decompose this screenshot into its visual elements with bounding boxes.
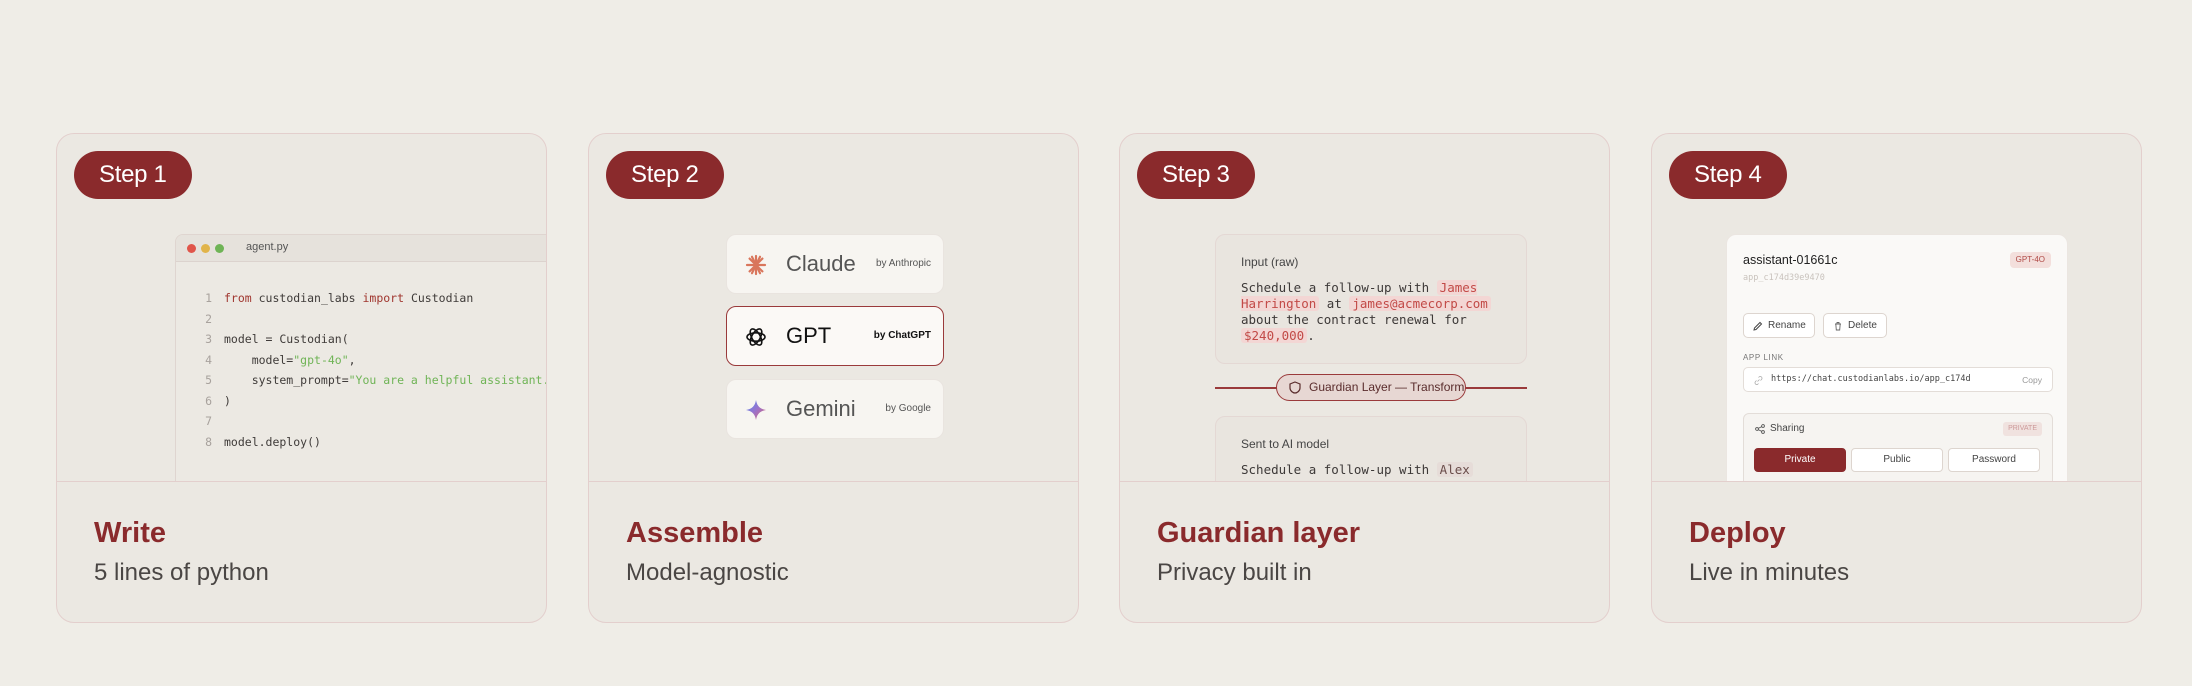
card-preview: Step 3 Input (raw) Schedule a follow-up … xyxy=(1120,134,1609,482)
claude-icon xyxy=(745,254,767,276)
app-link-url: https://chat.custodianlabs.io/app_c174d xyxy=(1771,374,1971,384)
code-token: "gpt-4o" xyxy=(293,352,349,367)
delete-button[interactable]: Delete xyxy=(1823,313,1887,338)
model-name: GPT xyxy=(786,323,832,348)
rename-button[interactable]: Rename xyxy=(1743,313,1815,338)
code-token: ) xyxy=(224,393,231,408)
input-raw-panel: Input (raw) Schedule a follow-up with Ja… xyxy=(1215,234,1527,364)
pii-amount: $240,000 xyxy=(1241,328,1308,343)
step-badge: Step 2 xyxy=(606,151,724,199)
editor-titlebar: agent.py xyxy=(176,235,546,262)
model-option-claude[interactable]: Claude by Anthropic xyxy=(726,234,944,294)
card-preview: Step 2 Claude by Anthropic GPT by ChatGP… xyxy=(589,134,1078,482)
minimize-dot-icon xyxy=(201,244,210,253)
code-line: 2 xyxy=(176,309,546,330)
openai-icon xyxy=(746,328,766,346)
line-number: 3 xyxy=(205,332,212,346)
card-title: Assemble xyxy=(626,517,764,549)
code-token: model.deploy() xyxy=(224,434,321,449)
copy-button[interactable]: Copy xyxy=(2022,375,2042,385)
code-line: 4 model="gpt-4o", xyxy=(176,350,546,371)
code-line: 7 xyxy=(176,411,546,432)
card-subtitle: 5 lines of python xyxy=(94,559,269,586)
sent-text: Schedule a follow-up with Alex xyxy=(1241,462,1511,478)
code-line: 1 from custodian_labs import Custodian xyxy=(176,288,546,309)
line-number: 1 xyxy=(205,291,212,305)
code-editor: agent.py 1 from custodian_labs import Cus… xyxy=(175,234,546,481)
line-number: 7 xyxy=(205,414,212,428)
code-token: , xyxy=(348,352,356,367)
link-icon xyxy=(1754,376,1763,385)
sharing-option-public[interactable]: Public xyxy=(1851,448,1943,472)
code-token: "You are a helpful assistant." xyxy=(348,373,546,387)
share-icon xyxy=(1755,424,1765,434)
step-card-3: Step 3 Input (raw) Schedule a follow-up … xyxy=(1119,133,1610,623)
code-line: 8 model.deploy() xyxy=(176,432,546,453)
step-card-4: Step 4 assistant-01661c app_c174d39e9470… xyxy=(1651,133,2142,623)
card-subtitle: Live in minutes xyxy=(1689,559,1850,586)
sharing-panel: Sharing PRIVATE Private Public Password xyxy=(1743,413,2053,481)
code-line: 5 system_prompt="You are a helpful assis… xyxy=(176,370,546,391)
model-name: Gemini xyxy=(786,396,856,421)
maximize-dot-icon xyxy=(215,244,224,253)
model-option-gemini[interactable]: Gemini by Google xyxy=(726,379,944,439)
assistant-id: app_c174d39e9470 xyxy=(1743,273,1825,283)
card-subtitle: Privacy built in xyxy=(1157,559,1312,586)
step-card-2: Step 2 Claude by Anthropic GPT by ChatGP… xyxy=(588,133,1079,623)
model-provider: by Google xyxy=(885,403,931,414)
model-provider: by ChatGPT xyxy=(873,330,931,341)
model-option-gpt[interactable]: GPT by ChatGPT xyxy=(726,306,944,366)
shield-icon xyxy=(1289,381,1301,394)
assistant-title: assistant-01661c xyxy=(1743,253,1838,267)
trash-icon xyxy=(1835,322,1841,331)
sent-panel: Sent to AI model Schedule a follow-up wi… xyxy=(1215,416,1527,481)
code-token: system_prompt= xyxy=(224,373,349,387)
line-number: 5 xyxy=(205,373,212,387)
close-dot-icon xyxy=(187,244,196,253)
card-preview: Step 4 assistant-01661c app_c174d39e9470… xyxy=(1652,134,2141,482)
code-token: model = Custodian( xyxy=(224,332,349,346)
step-badge: Step 3 xyxy=(1137,151,1255,199)
panel-label: Sent to AI model xyxy=(1241,437,1330,451)
card-title: Deploy xyxy=(1689,517,1786,549)
sharing-label: Sharing xyxy=(1770,423,1805,434)
raw-input-text: Schedule a follow-up with James Harringt… xyxy=(1241,280,1511,344)
sharing-status-badge: PRIVATE xyxy=(2003,422,2042,436)
gemini-icon xyxy=(746,400,766,420)
card-preview: Step 1 agent.py 1 from custodian_labs imp… xyxy=(57,134,546,482)
code-token: model= xyxy=(224,352,294,367)
sharing-option-password[interactable]: Password xyxy=(1948,448,2040,472)
pencil-icon xyxy=(1753,321,1763,331)
line-number: 8 xyxy=(205,434,212,449)
code-line: 6) xyxy=(176,391,546,412)
model-badge: GPT-4O xyxy=(2009,252,2051,268)
replaced-name: Alex xyxy=(1436,462,1473,477)
code-token: Custodian xyxy=(404,291,474,305)
code-token: import xyxy=(362,291,405,305)
guardian-layer-label: Guardian Layer — Transform xyxy=(1309,380,1465,394)
step-card-1: Step 1 agent.py 1 from custodian_labs imp… xyxy=(56,133,547,623)
step-badge: Step 4 xyxy=(1669,151,1787,199)
card-subtitle: Model-agnostic xyxy=(626,559,789,586)
panel-label: Input (raw) xyxy=(1241,255,1299,269)
line-number: 4 xyxy=(205,352,212,367)
card-title: Guardian layer xyxy=(1157,517,1361,549)
app-link-field[interactable]: https://chat.custodianlabs.io/app_c174d … xyxy=(1743,367,2053,392)
guardian-layer-badge: Guardian Layer — Transform xyxy=(1276,374,1466,401)
line-number: 6 xyxy=(205,393,212,408)
code-line: 3 model = Custodian( xyxy=(176,329,546,350)
model-provider: by Anthropic xyxy=(875,258,931,269)
code-token: from xyxy=(224,291,252,305)
sharing-option-private[interactable]: Private xyxy=(1754,448,1846,472)
line-number: 2 xyxy=(205,311,212,326)
code-token: custodian_labs xyxy=(251,291,363,305)
app-link-label: APP LINK xyxy=(1743,353,1784,362)
pii-email: james@acmecorp.com xyxy=(1349,296,1491,311)
editor-filename: agent.py xyxy=(246,241,289,253)
card-title: Write xyxy=(94,517,166,549)
step-badge: Step 1 xyxy=(74,151,192,199)
code-block: 1 from custodian_labs import Custodian 2 3 m… xyxy=(176,288,546,452)
model-name: Claude xyxy=(786,251,856,276)
deploy-panel: assistant-01661c app_c174d39e9470 GPT-4O… xyxy=(1726,234,2068,481)
